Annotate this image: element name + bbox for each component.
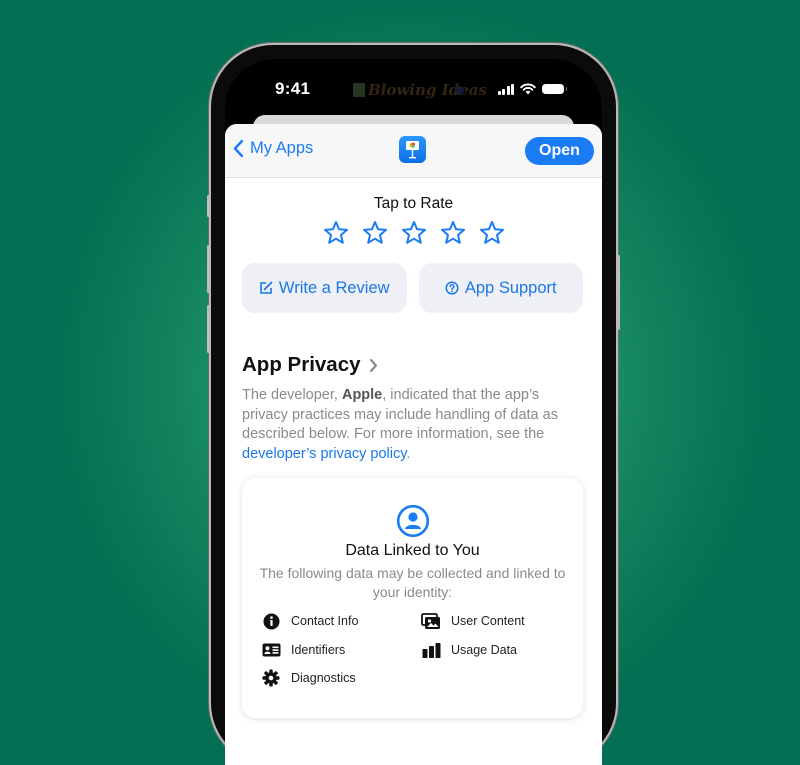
- person-circle-icon: [396, 504, 429, 538]
- data-item-label: Diagnostics: [291, 671, 356, 685]
- star-3[interactable]: [401, 220, 427, 245]
- data-item-diagnostics: Diagnostics: [261, 669, 356, 687]
- nav-bar: My Apps Open: [225, 124, 602, 178]
- keynote-app-icon: [399, 136, 426, 163]
- card-description: The following data may be collected and …: [259, 565, 566, 600]
- star-2[interactable]: [362, 220, 388, 245]
- phone-frame: 9:41 Blowing Ideas My Apps Open Tap to R…: [207, 45, 620, 765]
- front-camera: [455, 86, 464, 95]
- app-detail-sheet: My Apps Open Tap to Rate Write a Review …: [225, 124, 602, 765]
- data-item-usage-data: Usage Data: [421, 641, 517, 659]
- app-privacy-heading[interactable]: App Privacy: [242, 353, 378, 377]
- id-card-icon: [262, 643, 280, 657]
- bar-chart-icon: [422, 642, 440, 658]
- chevron-right-icon: [369, 358, 377, 372]
- power-button: [617, 255, 620, 330]
- photos-icon: [421, 612, 440, 629]
- status-icons: [497, 83, 567, 95]
- watermark: Blowing Ideas: [353, 81, 487, 99]
- star-rating: [225, 220, 602, 245]
- phone-screen: 9:41 Blowing Ideas My Apps Open Tap to R…: [225, 59, 602, 765]
- battery-icon: [542, 84, 567, 94]
- volume-up-button: [207, 245, 210, 293]
- star-icon: [440, 221, 465, 244]
- watermark-logo-icon: [353, 83, 365, 97]
- privacy-desc-suffix: .: [406, 446, 411, 463]
- status-bar: 9:41 Blowing Ideas: [225, 59, 602, 119]
- star-icon: [323, 221, 348, 244]
- chevron-left-icon: [233, 139, 244, 158]
- compose-icon: [260, 281, 273, 294]
- app-support-button[interactable]: App Support: [418, 263, 583, 313]
- gear-icon: [262, 669, 280, 687]
- app-privacy-title: App Privacy: [242, 353, 361, 376]
- developer-name: Apple: [341, 387, 383, 403]
- star-5[interactable]: [479, 220, 505, 245]
- data-item-user-content: User Content: [421, 612, 525, 630]
- cellular-signal-icon: [497, 83, 514, 95]
- privacy-description: The developer, Apple, indicated that the…: [242, 386, 582, 465]
- data-item-label: Contact Info: [291, 614, 359, 628]
- tap-to-rate-label: Tap to Rate: [373, 195, 454, 212]
- data-linked-card[interactable]: Data Linked to You The following data ma…: [242, 478, 583, 718]
- star-icon: [479, 221, 504, 244]
- volume-down-button: [207, 305, 210, 353]
- action-button: [207, 195, 210, 217]
- star-icon: [362, 221, 387, 244]
- star-icon: [401, 221, 426, 244]
- wifi-icon: [520, 83, 536, 95]
- status-time: 9:41: [275, 79, 311, 98]
- privacy-policy-link[interactable]: developer’s privacy policy: [242, 446, 406, 462]
- open-button[interactable]: Open: [525, 137, 594, 165]
- data-item-label: Identifiers: [291, 643, 346, 657]
- watermark-text: Blowing Ideas: [368, 81, 487, 99]
- card-title: Data Linked to You: [345, 542, 480, 559]
- write-review-label: Write a Review: [278, 278, 390, 297]
- action-buttons: Write a Review App Support: [242, 263, 583, 313]
- app-support-label: App Support: [464, 278, 557, 297]
- back-label: My Apps: [250, 139, 314, 157]
- back-button[interactable]: My Apps: [233, 139, 313, 158]
- star-1[interactable]: [323, 220, 349, 245]
- data-item-label: Usage Data: [451, 643, 518, 657]
- data-item-identifiers: Identifiers: [261, 641, 345, 659]
- question-circle-icon: [445, 281, 459, 295]
- data-item-label: User Content: [451, 614, 525, 628]
- write-review-button[interactable]: Write a Review: [242, 263, 407, 313]
- info-circle-icon: [263, 613, 279, 629]
- data-item-contact-info: Contact Info: [261, 612, 358, 630]
- scroll-content: Tap to Rate Write a Review App Support A…: [225, 178, 602, 765]
- privacy-desc-prefix: The developer,: [242, 387, 342, 403]
- star-4[interactable]: [440, 220, 466, 245]
